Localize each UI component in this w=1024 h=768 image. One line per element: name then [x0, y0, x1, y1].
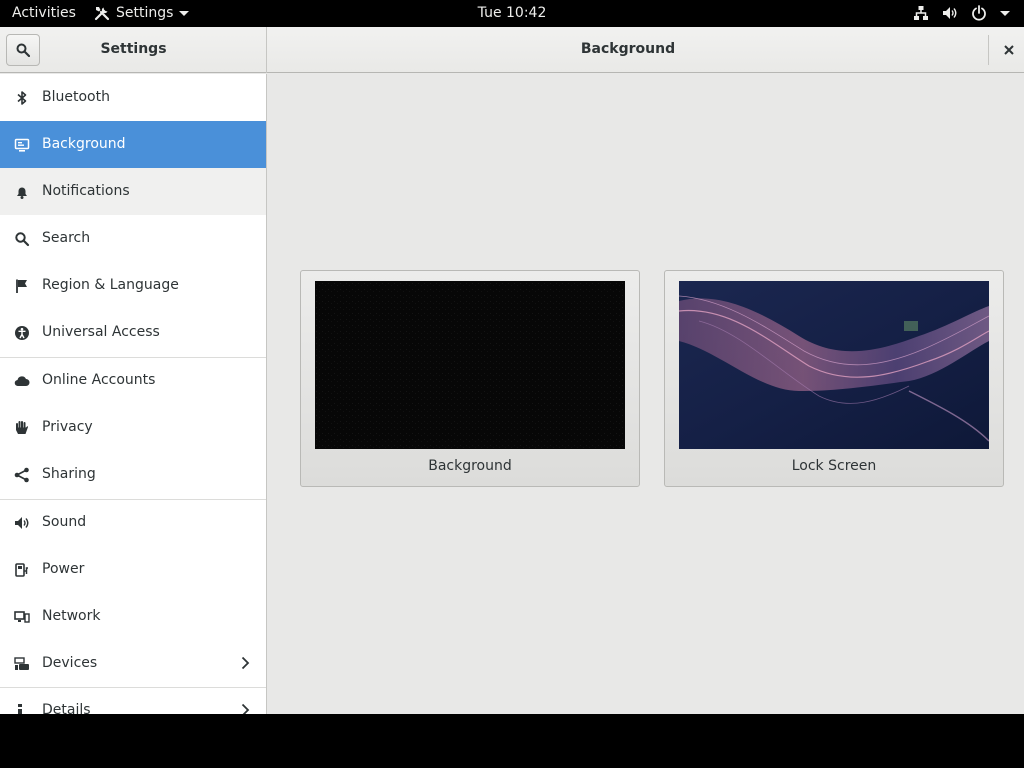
sidebar-item-label: Power: [42, 561, 85, 577]
sidebar-item-region-language[interactable]: Region & Language: [0, 262, 266, 309]
background-preview-image: [315, 281, 625, 449]
sidebar-item-power[interactable]: Power: [0, 546, 266, 593]
share-icon: [14, 467, 30, 483]
sidebar-item-label: Privacy: [42, 419, 93, 435]
sidebar: Bluetooth Background Notifications Searc…: [0, 74, 267, 714]
sidebar-item-label: Devices: [42, 655, 98, 671]
header-bar: Settings Background: [0, 27, 1024, 73]
chevron-down-icon: [1000, 10, 1010, 16]
system-menu[interactable]: [913, 5, 1010, 21]
divider: [988, 35, 989, 65]
search-icon: [14, 231, 30, 247]
sidebar-item-devices[interactable]: Devices: [0, 640, 266, 687]
accessibility-icon: [14, 325, 30, 341]
flag-icon: [14, 278, 30, 294]
close-icon: [1004, 45, 1014, 55]
sidebar-item-universal-access[interactable]: Universal Access: [0, 309, 266, 356]
sidebar-item-network[interactable]: Network: [0, 593, 266, 640]
close-button[interactable]: [1000, 41, 1018, 59]
cloud-icon: [14, 373, 30, 389]
app-menu[interactable]: Settings: [94, 5, 190, 21]
bluetooth-icon: [14, 90, 30, 106]
sidebar-item-label: Search: [42, 230, 91, 246]
chevron-down-icon: [179, 10, 190, 16]
sidebar-item-label: Online Accounts: [42, 372, 156, 388]
sidebar-item-search[interactable]: Search: [0, 215, 266, 262]
speaker-icon: [14, 515, 30, 531]
page-title: Background: [580, 41, 676, 57]
bell-icon: [14, 184, 30, 200]
sidebar-item-label: Universal Access: [42, 324, 160, 340]
sidebar-item-sound[interactable]: Sound: [0, 499, 266, 546]
settings-window: Settings Background Bluetooth Background: [0, 27, 1024, 714]
background-icon: [14, 137, 30, 153]
sidebar-item-label: Bluetooth: [42, 89, 110, 105]
sidebar-item-label: Sound: [42, 514, 87, 530]
power-plug-icon: [14, 562, 30, 578]
screen-bottom: [0, 714, 1024, 768]
power-icon: [972, 5, 986, 21]
chevron-right-icon: [241, 703, 250, 714]
network-wired-icon: [914, 6, 928, 20]
devices-icon: [14, 656, 30, 672]
network-icon: [14, 609, 30, 625]
sidebar-item-label: Notifications: [42, 183, 130, 199]
lock-screen-preview-image: [679, 281, 989, 449]
app-menu-label: Settings: [116, 5, 174, 21]
sidebar-item-label: Region & Language: [42, 277, 179, 293]
lock-screen-label: Lock Screen: [791, 458, 877, 474]
sidebar-item-label: Sharing: [42, 466, 96, 482]
volume-icon: [943, 7, 957, 19]
sidebar-item-notifications[interactable]: Notifications: [0, 168, 266, 215]
sidebar-item-bluetooth[interactable]: Bluetooth: [0, 74, 266, 121]
sidebar-item-label: Network: [42, 608, 101, 624]
top-bar: Activities Settings Tue 10:42: [0, 0, 1024, 27]
background-chooser-button[interactable]: Background: [300, 270, 640, 487]
sidebar-item-details[interactable]: Details: [0, 687, 266, 714]
background-panel: Background Lock Screen: [268, 74, 1024, 714]
sidebar-item-sharing[interactable]: Sharing: [0, 451, 266, 498]
activities-button[interactable]: Activities: [12, 5, 76, 21]
background-label: Background: [428, 458, 512, 474]
clock[interactable]: Tue 10:42: [478, 5, 547, 21]
sidebar-item-online-accounts[interactable]: Online Accounts: [0, 357, 266, 404]
sidebar-item-privacy[interactable]: Privacy: [0, 404, 266, 451]
sidebar-item-label: Background: [42, 136, 126, 152]
background-preview: [315, 281, 625, 449]
sidebar-item-label: Details: [42, 702, 91, 714]
hand-icon: [14, 420, 30, 436]
sidebar-header: Settings: [0, 27, 267, 73]
lock-screen-chooser-button[interactable]: Lock Screen: [664, 270, 1004, 487]
tools-icon: [94, 7, 110, 21]
sidebar-title: Settings: [100, 41, 167, 57]
lock-screen-preview: [679, 281, 989, 449]
info-icon: [14, 703, 30, 714]
chevron-right-icon: [241, 656, 250, 670]
sidebar-item-background[interactable]: Background: [0, 121, 266, 168]
